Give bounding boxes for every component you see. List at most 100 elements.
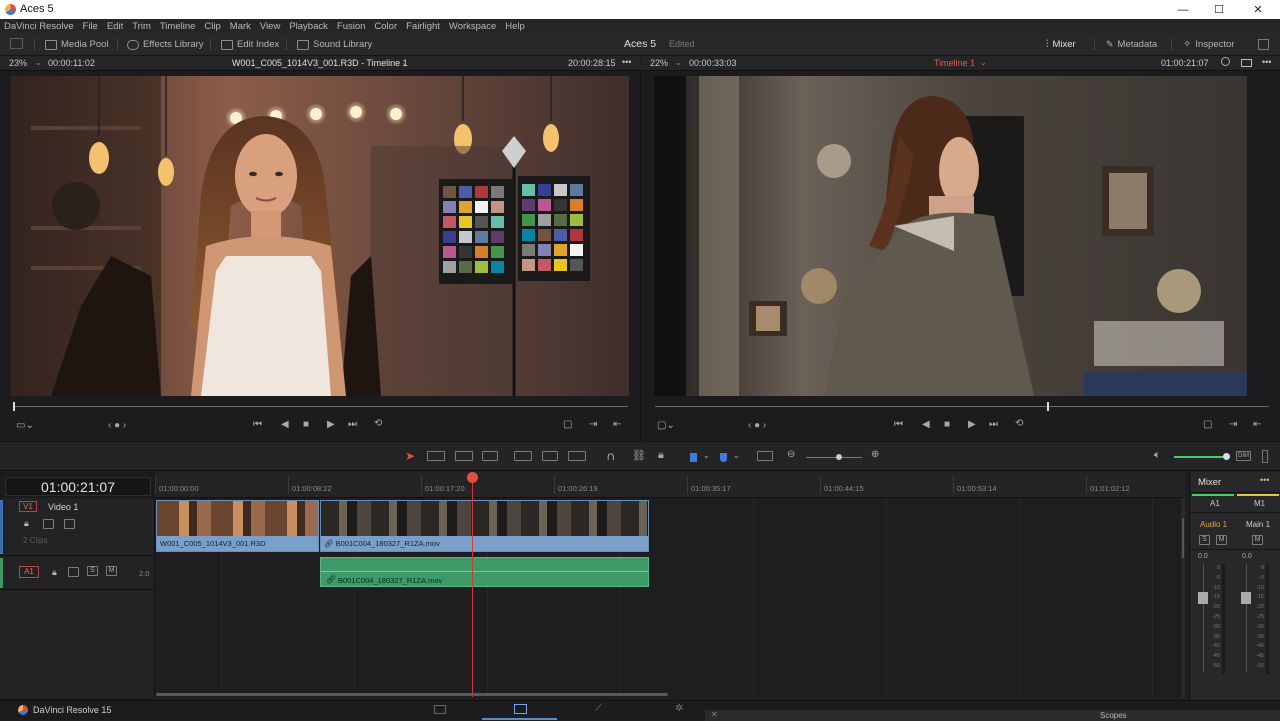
m1-fader[interactable] xyxy=(1241,592,1251,604)
menu-davinci-resolve[interactable]: DaVinci Resolve xyxy=(4,21,74,32)
metadata-button[interactable]: ✎ Metadata xyxy=(1106,37,1157,52)
linked-selection-icon[interactable]: ⛓ xyxy=(632,449,646,462)
dynamic-trim-icon[interactable] xyxy=(455,451,473,461)
fullscreen-icon[interactable] xyxy=(1258,39,1269,50)
insert-clip-icon[interactable] xyxy=(514,451,532,461)
timeline-zoom-chevron-icon[interactable]: ⌄ xyxy=(675,58,682,67)
menu-mark[interactable]: Mark xyxy=(230,21,251,32)
effects-library-button[interactable]: Effects Library xyxy=(127,37,204,52)
volume-slider-handle[interactable] xyxy=(1223,453,1230,460)
menu-view[interactable]: View xyxy=(260,21,280,32)
scopes-close-icon[interactable]: ✕ xyxy=(711,710,718,719)
audio-lock-icon[interactable]: 🔒︎ xyxy=(52,567,57,578)
source-clip-chevron-icon[interactable]: ⌄ xyxy=(401,58,408,67)
color-page-icon[interactable]: ✲ xyxy=(675,703,683,714)
timeline-view-options-icon[interactable]: ▢⌄ xyxy=(657,420,675,431)
a1-fader-track[interactable] xyxy=(1203,564,1204,672)
maximize-button[interactable]: ☐ xyxy=(1201,0,1237,19)
source-in-icon[interactable]: ⇤ xyxy=(613,419,621,430)
source-go-to-end-icon[interactable]: ⏭ xyxy=(348,419,357,430)
a1-fader[interactable] xyxy=(1198,592,1208,604)
timeline-stop-icon[interactable]: ■ xyxy=(944,419,950,430)
timeline-go-to-end-icon[interactable]: ⏭ xyxy=(989,419,998,430)
menu-edit[interactable]: Edit xyxy=(107,21,123,32)
overwrite-clip-icon[interactable] xyxy=(542,451,558,461)
source-zoom-chevron-icon[interactable]: ⌄ xyxy=(35,58,42,67)
audio-auto-select-icon[interactable] xyxy=(68,567,79,577)
source-match-frame-icon[interactable]: ▢ xyxy=(563,419,572,430)
source-stop-icon[interactable]: ■ xyxy=(303,419,309,430)
audio-solo-button[interactable]: S xyxy=(87,566,98,576)
volume-icon[interactable]: 🔈︎ xyxy=(1154,449,1161,462)
timeline-playhead-marker[interactable] xyxy=(1047,402,1049,411)
source-go-to-start-icon[interactable]: ⏮ xyxy=(253,419,262,430)
video-track-id[interactable]: V1 xyxy=(19,501,37,512)
sound-library-button[interactable]: Sound Library xyxy=(297,37,372,52)
panel-toggle-icon[interactable] xyxy=(10,38,23,49)
video-visibility-icon[interactable] xyxy=(64,519,75,529)
minimize-button[interactable]: — xyxy=(1165,0,1201,19)
video-clip[interactable]: 🔗︎ B001C004_180327_R1ZA.mov xyxy=(320,500,649,552)
flag-chevron-icon[interactable]: ⌄ xyxy=(703,451,710,460)
replace-clip-icon[interactable] xyxy=(568,451,586,461)
color-wheel-icon[interactable] xyxy=(1221,57,1230,66)
source-clip-name[interactable]: W001_C005_1014V3_001.R3D - Timeline 1 xyxy=(232,58,408,68)
timeline-timecode-display[interactable]: 01:00:21:07 xyxy=(5,477,151,496)
fusion-page-icon[interactable]: ⟋ xyxy=(595,703,602,714)
dim-button[interactable]: DIM xyxy=(1236,451,1251,461)
video-clip[interactable]: W001_C005_1014V3_001.R3D xyxy=(156,500,319,552)
marker-chevron-icon[interactable]: ⌄ xyxy=(733,451,740,460)
menu-fairlight[interactable]: Fairlight xyxy=(406,21,440,32)
m1-fader-track[interactable] xyxy=(1246,564,1247,672)
timeline-jog-icon[interactable]: ‹ ● › xyxy=(748,420,766,431)
timeline-ruler[interactable]: 01:00:00:00 01:00:08:22 01:00:17:20 01:0… xyxy=(155,472,1185,498)
source-zoom[interactable]: 23% xyxy=(9,58,27,68)
mixer-button[interactable]: ⫶ Mixer xyxy=(1046,37,1076,52)
timeline-name-chevron-icon[interactable]: ⌄ xyxy=(980,58,987,67)
source-play-icon[interactable]: ▶ xyxy=(327,419,335,430)
source-scrub-bar[interactable] xyxy=(14,406,628,407)
source-view-options-icon[interactable]: ▭⌄ xyxy=(16,420,34,431)
playhead-handle[interactable] xyxy=(467,472,478,483)
volume-slider[interactable] xyxy=(1174,456,1228,458)
mixer-track-audio1[interactable]: Audio 1 xyxy=(1200,520,1227,529)
media-pool-button[interactable]: Media Pool xyxy=(45,37,109,52)
timeline-match-frame-icon[interactable]: ▢ xyxy=(1203,419,1212,430)
timeline-name[interactable]: Timeline 1 xyxy=(934,58,975,68)
zoom-slider-handle[interactable] xyxy=(836,454,842,460)
menu-workspace[interactable]: Workspace xyxy=(449,21,496,32)
source-loop-icon[interactable]: ⟲ xyxy=(374,418,382,429)
timeline-zoom[interactable]: 22% xyxy=(650,58,668,68)
mixer-solo-button[interactable]: S xyxy=(1199,535,1210,545)
timeline-in-icon[interactable]: ⇤ xyxy=(1253,419,1261,430)
vertical-scrollbar[interactable] xyxy=(1182,518,1184,558)
source-out-icon[interactable]: ⇥ xyxy=(589,419,597,430)
audio-track-id[interactable]: A1 xyxy=(19,566,39,578)
video-auto-select-icon[interactable] xyxy=(43,519,54,529)
viewer-mode-icon[interactable] xyxy=(1241,59,1252,67)
menu-trim[interactable]: Trim xyxy=(132,21,151,32)
media-page-icon[interactable] xyxy=(434,705,446,714)
timeline-playhead[interactable] xyxy=(472,472,473,697)
mixer-main-mute-button[interactable]: M xyxy=(1252,535,1263,545)
audio-clip[interactable]: 🔗︎ B001C004_180327_R1ZA.mov xyxy=(320,557,649,587)
timeline-scrub-bar[interactable] xyxy=(655,406,1269,407)
horizontal-scrollbar[interactable] xyxy=(156,693,668,696)
menu-fusion[interactable]: Fusion xyxy=(337,21,366,32)
zoom-slider[interactable] xyxy=(806,457,862,458)
edit-index-button[interactable]: Edit Index xyxy=(221,37,279,52)
mixer-mute-button[interactable]: M xyxy=(1216,535,1227,545)
source-playhead[interactable] xyxy=(13,402,15,411)
selection-tool-icon[interactable]: ➤ xyxy=(405,449,415,463)
mixer-track-main1[interactable]: Main 1 xyxy=(1246,520,1270,529)
timeline-play-reverse-icon[interactable]: ◀ xyxy=(922,419,930,430)
source-options-icon[interactable]: ••• xyxy=(622,57,631,67)
source-play-reverse-icon[interactable]: ◀ xyxy=(281,419,289,430)
zoom-out-icon[interactable]: ⊖ xyxy=(787,449,795,460)
source-jog-icon[interactable]: ‹ ● › xyxy=(108,420,126,431)
mixer-options-icon[interactable]: ••• xyxy=(1260,475,1269,485)
trim-tool-icon[interactable] xyxy=(427,451,445,461)
close-button[interactable]: ✕ xyxy=(1240,0,1276,19)
snapping-icon[interactable]: ∩ xyxy=(606,448,615,463)
marker-icon[interactable] xyxy=(720,453,727,462)
